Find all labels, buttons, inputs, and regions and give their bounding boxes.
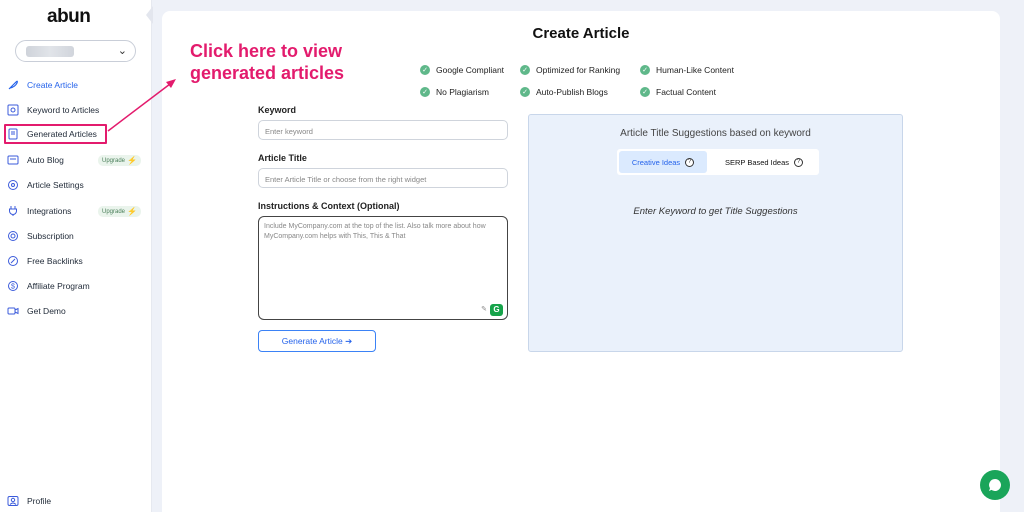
annotation-callout: Click here to view generated articles	[190, 40, 344, 84]
document-icon	[7, 128, 19, 140]
article-title-label: Article Title	[258, 153, 307, 163]
sidebar-item-affiliate-program[interactable]: $ Affiliate Program	[6, 276, 146, 296]
check-icon: ✓	[520, 87, 530, 97]
tab-serp-based-ideas[interactable]: SERP Based Ideas?	[711, 151, 817, 173]
feature-google-compliant: ✓ Google Compliant	[420, 65, 504, 75]
keyword-input[interactable]: Enter keyword	[258, 120, 508, 140]
sidebar-item-create-article[interactable]: Create Article	[6, 75, 146, 95]
sidebar-item-get-demo[interactable]: Get Demo	[6, 301, 146, 321]
sidebar-item-label: Profile	[27, 496, 52, 506]
check-icon: ✓	[420, 65, 430, 75]
workspace-selector[interactable]: ⌄	[15, 40, 136, 62]
generate-article-button[interactable]: Generate Article ➔	[258, 330, 376, 352]
sidebar-item-label: Article Settings	[27, 180, 84, 190]
feature-human-like-content: ✓ Human-Like Content	[640, 65, 734, 75]
video-icon	[7, 305, 19, 317]
sidebar-item-label: Generated Articles	[27, 129, 97, 139]
sidebar-item-label: Subscription	[27, 231, 74, 241]
plug-icon	[7, 205, 19, 217]
check-icon: ✓	[640, 65, 650, 75]
sidebar-item-label: Free Backlinks	[27, 256, 83, 266]
chat-bubble-icon	[989, 479, 1001, 491]
sidebar-item-free-backlinks[interactable]: Free Backlinks	[6, 251, 146, 271]
feature-no-plagiarism: ✓ No Plagiarism	[420, 87, 489, 97]
profile-icon	[7, 495, 19, 507]
help-icon[interactable]: ?	[685, 157, 695, 167]
sidebar-item-label: Get Demo	[27, 306, 66, 316]
sidebar-item-label: Create Article	[27, 80, 79, 90]
create-article-card: Create Article ✓ Google Compliant ✓ Optimi…	[162, 11, 1000, 512]
app-logo[interactable]: abun	[47, 6, 91, 28]
keyword-label: Keyword	[258, 105, 297, 115]
tab-creative-ideas[interactable]: Creative Ideas?	[619, 151, 707, 173]
dollar-icon: $	[7, 280, 19, 292]
annotation-line-2: generated articles	[190, 63, 345, 83]
chevron-down-icon: ⌄	[117, 45, 127, 57]
bolt-icon: ⚡	[127, 156, 137, 165]
feather-icon	[7, 79, 19, 91]
sidebar-item-subscription[interactable]: Subscription	[6, 226, 146, 246]
sidebar-collapse-handle[interactable]	[146, 6, 153, 24]
check-icon: ✓	[520, 65, 530, 75]
sidebar-item-label: Affiliate Program	[27, 281, 90, 291]
title-suggestions-panel: Article Title Suggestions based on keywo…	[528, 114, 903, 352]
sidebar-item-label: Integrations	[27, 206, 72, 216]
check-icon: ✓	[640, 87, 650, 97]
suggestions-empty-message: Enter Keyword to get Title Suggestions	[633, 206, 798, 217]
suggestion-mode-toggle: Creative Ideas? SERP Based Ideas?	[617, 149, 819, 175]
sidebar: abun ⌄ Create Article Keyword to Article…	[0, 0, 152, 512]
sidebar-item-generated-articles[interactable]: Generated Articles	[4, 124, 107, 144]
feature-factual-content: ✓ Factual Content	[640, 87, 716, 97]
svg-text:$: $	[11, 284, 15, 291]
bolt-icon: ⚡	[127, 207, 137, 216]
pen-icon[interactable]: ✎	[481, 305, 487, 315]
chat-support-button[interactable]	[980, 470, 1010, 500]
sidebar-item-label: Auto Blog	[27, 155, 64, 165]
textarea-tools: ✎ G	[481, 304, 503, 316]
sidebar-item-article-settings[interactable]: Article Settings	[6, 175, 146, 195]
article-title-input[interactable]: Enter Article Title or choose from the r…	[258, 168, 508, 188]
feature-auto-publish-blogs: ✓ Auto-Publish Blogs	[520, 87, 608, 97]
help-icon[interactable]: ?	[794, 157, 804, 167]
subscription-icon	[7, 230, 19, 242]
sidebar-item-profile[interactable]: Profile	[6, 491, 146, 511]
settings-icon	[7, 179, 19, 191]
grammarly-icon[interactable]: G	[490, 304, 503, 316]
instructions-label: Instructions & Context (Optional)	[258, 201, 400, 211]
upgrade-badge-auto-blog[interactable]: Upgrade ⚡	[98, 155, 141, 166]
sidebar-item-keyword-to-articles[interactable]: Keyword to Articles	[6, 100, 146, 120]
suggestions-title: Article Title Suggestions based on keywo…	[620, 128, 811, 139]
keyword-search-icon	[7, 104, 19, 116]
blog-icon	[7, 154, 19, 166]
annotation-line-1: Click here to view	[190, 41, 343, 61]
upgrade-badge-integrations[interactable]: Upgrade ⚡	[98, 206, 141, 217]
workspace-name-blurred	[26, 46, 74, 57]
instructions-textarea[interactable]: Include MyCompany.com at the top of the …	[258, 216, 508, 320]
check-icon: ✓	[420, 87, 430, 97]
sidebar-item-label: Keyword to Articles	[27, 105, 100, 115]
feature-optimized-for-ranking: ✓ Optimized for Ranking	[520, 65, 620, 75]
link-icon	[7, 255, 19, 267]
instructions-placeholder: Include MyCompany.com at the top of the …	[264, 223, 486, 240]
